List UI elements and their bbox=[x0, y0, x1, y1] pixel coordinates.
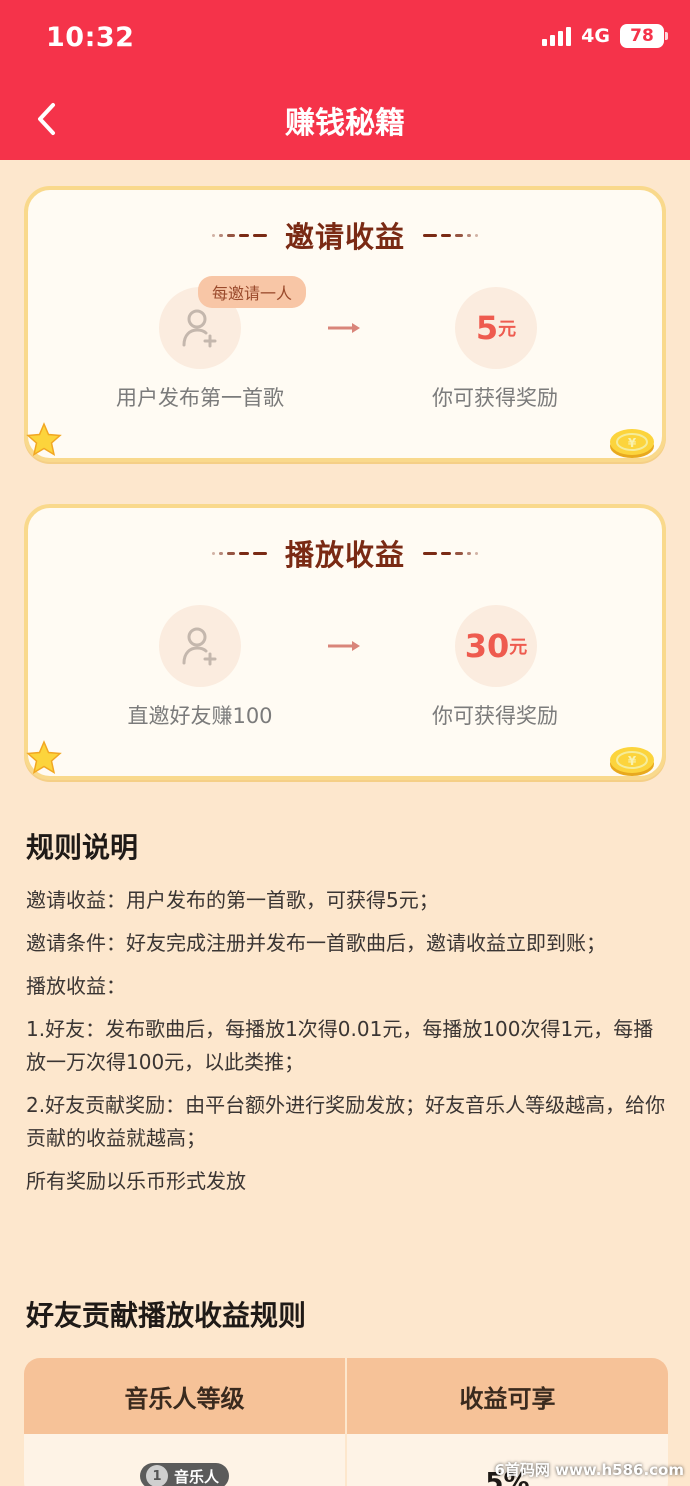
star-icon bbox=[26, 422, 62, 457]
level-number: 1 bbox=[145, 1465, 168, 1486]
rule-line: 邀请条件：好友完成注册并发布一首歌曲后，邀请收益立即到账； bbox=[26, 931, 606, 955]
rule-line: 所有奖励以乐币形式发放 bbox=[26, 1169, 246, 1193]
rules-section: 规则说明 邀请收益：用户发布的第一首歌，可获得5元； 邀请条件：好友完成注册并发… bbox=[26, 826, 666, 1208]
rule-line: 2.好友贡献奖励：由平台额外进行奖励发放；好友音乐人等级越高，给你贡献的收益就越… bbox=[26, 1093, 666, 1150]
arrow-right-icon bbox=[328, 641, 360, 651]
coin-icon: ¥ bbox=[610, 429, 654, 458]
network-type: 4G bbox=[581, 25, 610, 47]
coin-icon: ¥ bbox=[610, 747, 654, 776]
title-dash-right bbox=[423, 551, 478, 555]
condition-label: 用户发布第一首歌 bbox=[116, 386, 284, 410]
level-label: 音乐人 bbox=[173, 1467, 219, 1486]
status-icons: 4G 78 bbox=[542, 24, 668, 48]
status-time: 10:32 bbox=[46, 22, 135, 53]
page-title: 赚钱秘籍 bbox=[285, 106, 405, 141]
reward-amount: 5 bbox=[475, 309, 499, 347]
table-header: 音乐人等级 收益可享 bbox=[24, 1358, 668, 1434]
arrow-right-icon bbox=[328, 323, 360, 333]
reward-unit: 元 bbox=[498, 319, 517, 340]
app-header: 10:32 4G 78 赚钱秘籍 bbox=[0, 0, 690, 160]
reward-label: 你可获得奖励 bbox=[432, 704, 558, 728]
rules-title: 规则说明 bbox=[26, 831, 139, 864]
play-income-card: 播放收益 30 元 直邀好友赚100 你可获得奖励 ¥ bbox=[24, 504, 666, 780]
battery-level: 78 bbox=[630, 26, 654, 46]
reward-label: 你可获得奖励 bbox=[432, 386, 558, 410]
column-header-level: 音乐人等级 bbox=[124, 1384, 245, 1413]
condition-label: 直邀好友赚100 bbox=[127, 704, 273, 728]
svg-text:¥: ¥ bbox=[628, 754, 637, 768]
rule-line: 播放收益： bbox=[26, 974, 126, 998]
reward-unit: 元 bbox=[509, 637, 528, 658]
rule-line: 邀请收益：用户发布的第一首歌，可获得5元； bbox=[26, 888, 439, 912]
column-header-share: 收益可享 bbox=[345, 1358, 668, 1434]
user-add-icon-circle bbox=[159, 605, 241, 687]
star-icon bbox=[26, 740, 62, 775]
contribution-rules-title: 好友贡献播放收益规则 bbox=[26, 1299, 307, 1332]
title-dash-left bbox=[211, 551, 267, 555]
reward-circle: 30 元 bbox=[455, 605, 537, 687]
title-dash-left bbox=[211, 233, 267, 237]
per-invite-badge: 每邀请一人 bbox=[198, 276, 307, 308]
watermark: 6首码网 www.h586.com bbox=[494, 1461, 685, 1479]
signal-icon bbox=[542, 26, 572, 46]
card-title: 播放收益 bbox=[284, 538, 405, 572]
reward-circle: 5元 bbox=[455, 287, 537, 369]
battery-icon: 78 bbox=[620, 24, 668, 48]
invite-income-card: 邀请收益 每邀请一人 5元 用户发布第一首歌 你可获得奖励 ¥ bbox=[24, 186, 666, 462]
title-dash-right bbox=[423, 233, 478, 237]
reward-amount: 30 bbox=[464, 627, 510, 665]
musician-level-badge: 1 音乐人 bbox=[139, 1463, 229, 1486]
card-title: 邀请收益 bbox=[284, 220, 405, 254]
rule-line: 1.好友：发布歌曲后，每播放1次得0.01元，每播放100次得1元，每播放一万次… bbox=[26, 1017, 654, 1074]
svg-text:¥: ¥ bbox=[628, 436, 637, 450]
user-add-icon bbox=[182, 627, 217, 666]
user-add-icon bbox=[182, 309, 217, 348]
